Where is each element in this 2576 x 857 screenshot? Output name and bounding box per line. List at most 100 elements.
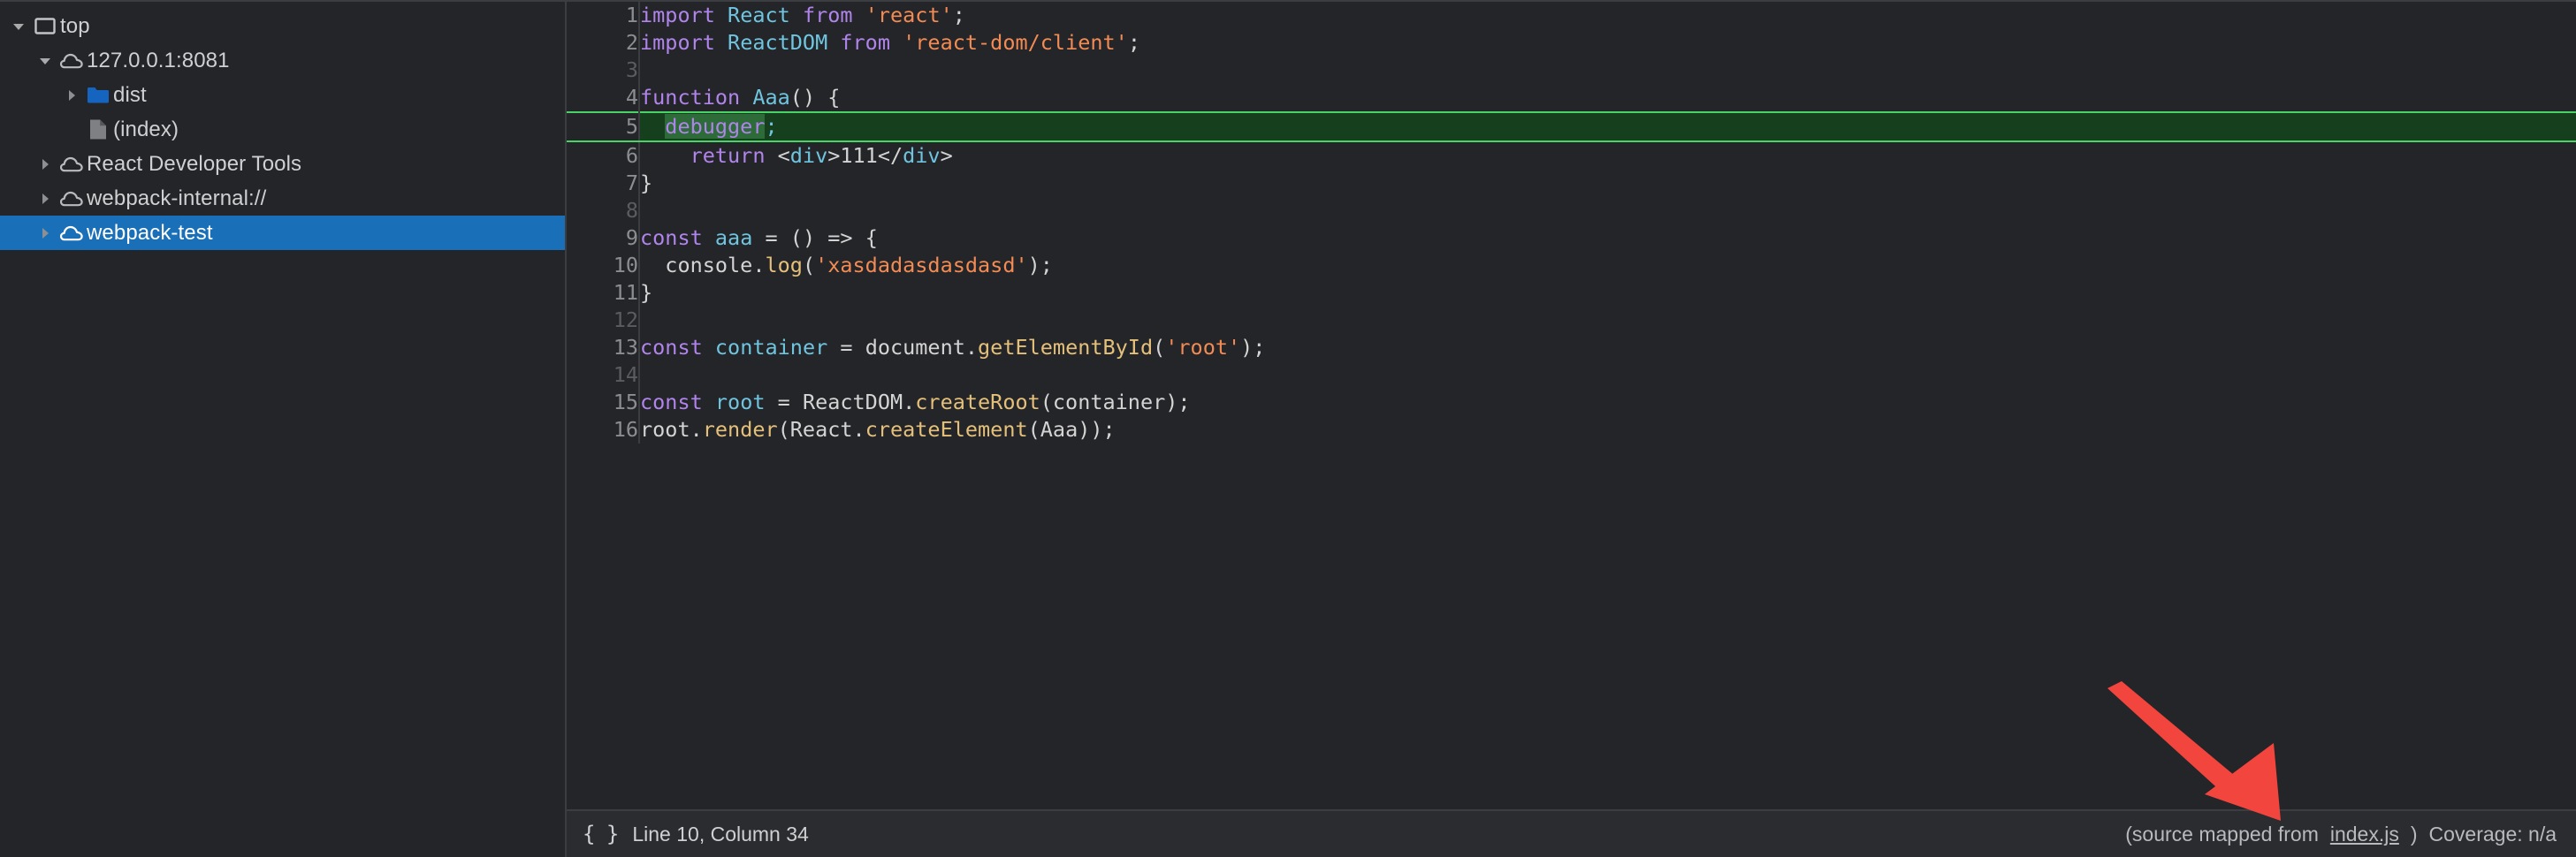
code-line[interactable]: 8 — [567, 197, 2576, 224]
code-line[interactable]: 12 — [567, 307, 2576, 334]
line-number[interactable]: 8 — [567, 197, 640, 224]
line-number[interactable]: 11 — [567, 279, 640, 307]
line-number[interactable]: 16 — [567, 416, 640, 444]
line-source[interactable]: } — [639, 170, 2576, 197]
line-source[interactable]: import ReactDOM from 'react-dom/client'; — [639, 29, 2576, 57]
code-token: getElementById — [978, 335, 1154, 360]
line-number[interactable]: 15 — [567, 389, 640, 416]
frame-icon — [30, 17, 60, 36]
tree-item-webpack-internal[interactable]: webpack-internal:// — [0, 181, 567, 216]
tree-item-dist[interactable]: dist — [0, 78, 567, 112]
line-number[interactable]: 12 — [567, 307, 640, 334]
code-line[interactable]: 1 import React from 'react'; — [567, 2, 2576, 29]
panel-body: top 127.0.0.1:8081 dist (index) React Develo… — [0, 2, 2576, 857]
code-scroller[interactable]: 1 import React from 'react'; 2 import React… — [567, 2, 2576, 809]
source-map-prefix-label: (source mapped from — [2125, 822, 2319, 846]
code-token: ; — [952, 3, 965, 27]
code-line[interactable]: 10 console.log('xasdadasdasdasd'); — [567, 252, 2576, 279]
line-source[interactable] — [639, 307, 2576, 334]
code-line[interactable]: 7} — [567, 170, 2576, 197]
code-line[interactable]: 6 return <div>111</div> — [567, 141, 2576, 170]
chevron-down-icon[interactable] — [34, 55, 57, 67]
line-source[interactable]: debugger; — [639, 111, 2576, 142]
code-line[interactable]: 16 root.render(React.createElement(Aaa)); — [567, 416, 2576, 444]
code-line-paused[interactable]: 5 debugger; — [567, 111, 2576, 142]
code-token: } — [640, 171, 653, 195]
code-token: 'react' — [865, 3, 953, 27]
line-source[interactable]: return <div>111</div> — [639, 141, 2576, 170]
code-line[interactable]: 11} — [567, 279, 2576, 307]
line-source[interactable]: function Aaa() { — [639, 84, 2576, 112]
code-token: return — [690, 143, 766, 168]
code-token: ); — [1240, 335, 1266, 360]
code-token: createRoot — [915, 390, 1040, 414]
tree-item-label: React Developer Tools — [87, 151, 302, 176]
line-source[interactable] — [639, 197, 2576, 224]
navigator-file-tree[interactable]: top 127.0.0.1:8081 dist (index) React Develo… — [0, 2, 567, 857]
tree-item-127-0-0-1-8081[interactable]: 127.0.0.1:8081 — [0, 43, 567, 78]
line-source[interactable] — [639, 361, 2576, 389]
status-bar-left-group: { } Line 10, Column 34 — [583, 822, 809, 846]
code-token: debugger — [665, 114, 766, 139]
code-token: ; — [1127, 30, 1140, 55]
cloud-icon — [57, 224, 87, 242]
tree-item-webpack-test[interactable]: webpack-test — [0, 216, 567, 250]
line-number[interactable]: 5 — [567, 111, 640, 142]
code-line[interactable]: 3 — [567, 57, 2576, 84]
code-lines-table: 1 import React from 'react'; 2 import React… — [567, 2, 2576, 444]
line-number[interactable]: 1 — [567, 2, 640, 29]
file-tree-list: top 127.0.0.1:8081 dist (index) React Develo… — [0, 9, 567, 250]
chevron-down-icon[interactable] — [7, 20, 30, 33]
line-number[interactable]: 13 — [567, 334, 640, 361]
line-source[interactable]: const container = document.getElementByI… — [639, 334, 2576, 361]
code-token: ); — [1027, 253, 1053, 277]
code-token: ( — [1153, 335, 1166, 360]
code-line[interactable]: 4 function Aaa() { — [567, 84, 2576, 112]
chevron-right-icon[interactable] — [34, 227, 57, 239]
chevron-right-icon[interactable] — [34, 158, 57, 171]
cloud-icon — [57, 190, 87, 208]
line-source[interactable]: import React from 'react'; — [639, 2, 2576, 29]
code-token: 'xasdadasdasdasd' — [815, 253, 1028, 277]
code-token: (React. — [777, 417, 865, 442]
tree-item-top[interactable]: top — [0, 9, 567, 43]
tree-item-react-developer-tools[interactable]: React Developer Tools — [0, 147, 567, 181]
code-token: = document. — [827, 335, 979, 360]
code-token: 'react-dom/client' — [903, 30, 1128, 55]
code-token: = ReactDOM. — [765, 390, 916, 414]
code-token: render — [702, 417, 778, 442]
line-number[interactable]: 9 — [567, 224, 640, 252]
code-token: () { — [789, 85, 841, 110]
folder-icon — [83, 86, 113, 104]
source-map-link[interactable]: index.js — [2330, 823, 2399, 846]
chevron-right-icon[interactable] — [60, 89, 83, 102]
line-source[interactable]: const root = ReactDOM.createRoot(contain… — [639, 389, 2576, 416]
line-source[interactable]: const aaa = () => { — [639, 224, 2576, 252]
line-source[interactable] — [639, 57, 2576, 84]
line-number[interactable]: 10 — [567, 252, 640, 279]
code-line[interactable]: 9 const aaa = () => { — [567, 224, 2576, 252]
chevron-right-icon[interactable] — [34, 193, 57, 205]
code-token: from — [802, 3, 853, 27]
code-line[interactable]: 14 — [567, 361, 2576, 389]
code-token: import — [640, 3, 715, 27]
line-number[interactable]: 3 — [567, 57, 640, 84]
code-line[interactable]: 13 const container = document.getElementB… — [567, 334, 2576, 361]
code-token: createElement — [865, 417, 1028, 442]
line-source[interactable]: console.log('xasdadasdasdasd'); — [639, 252, 2576, 279]
line-number[interactable]: 2 — [567, 29, 640, 57]
code-line[interactable]: 2 import ReactDOM from 'react-dom/client'… — [567, 29, 2576, 57]
line-number[interactable]: 7 — [567, 170, 640, 197]
line-number[interactable]: 14 — [567, 361, 640, 389]
line-source[interactable]: root.render(React.createElement(Aaa)); — [639, 416, 2576, 444]
line-source[interactable]: } — [639, 279, 2576, 307]
tree-item-index[interactable]: (index) — [0, 112, 567, 147]
code-editor[interactable]: 1 import React from 'react'; 2 import React… — [567, 2, 2576, 809]
code-line[interactable]: 15 const root = ReactDOM.createRoot(conta… — [567, 389, 2576, 416]
line-number[interactable]: 4 — [567, 84, 640, 112]
pretty-print-icon[interactable]: { } — [583, 822, 619, 846]
line-number[interactable]: 6 — [567, 141, 640, 170]
